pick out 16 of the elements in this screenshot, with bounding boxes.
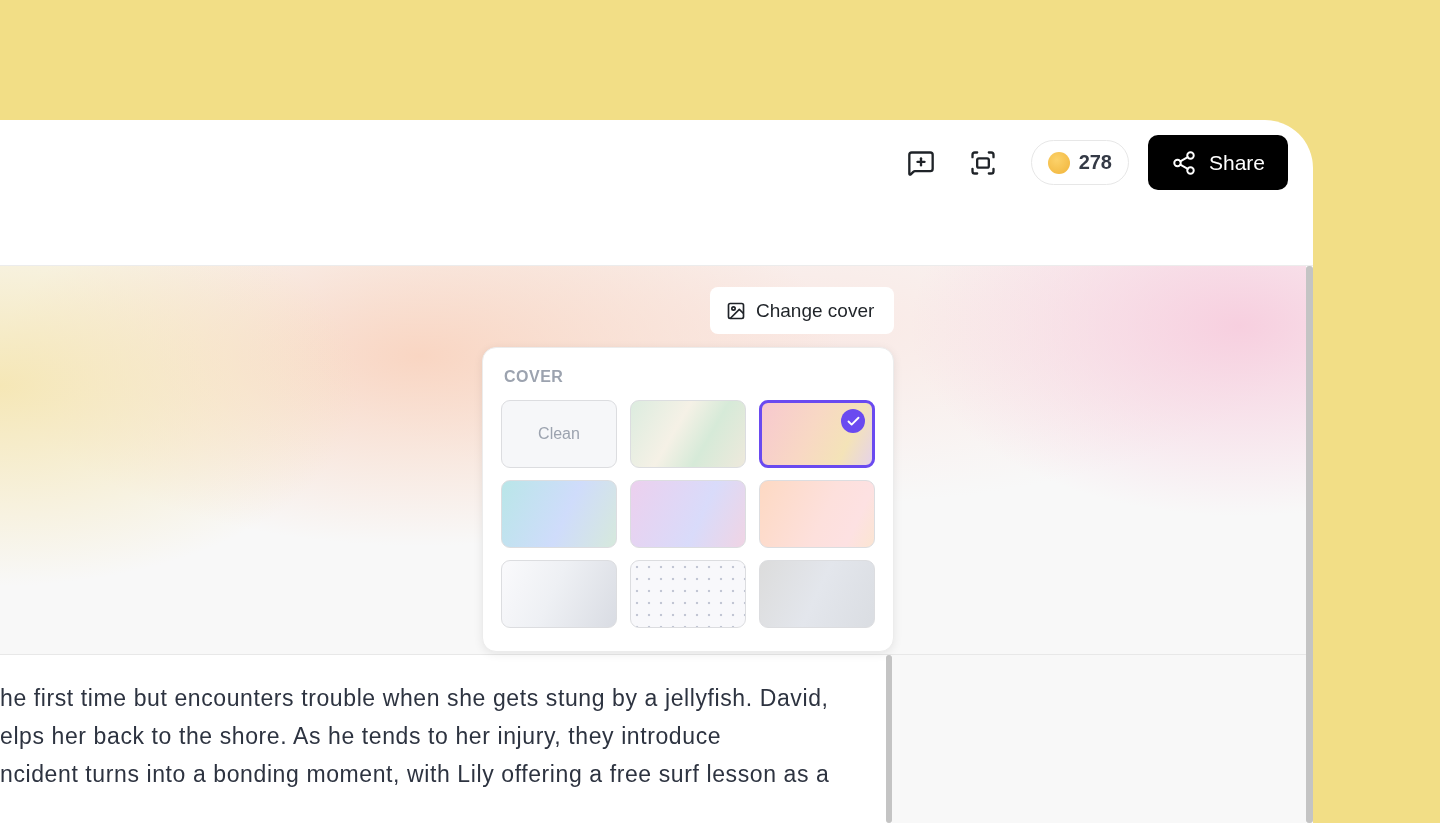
change-cover-button[interactable]: Change cover bbox=[710, 287, 894, 334]
cover-option[interactable] bbox=[759, 400, 875, 468]
body-text-line: elps her back to the shore. As he tends to her injury, they introduce bbox=[0, 722, 723, 751]
body-text-line: ncident turns into a bonding moment, with Lily offering a free surf lesson as a bbox=[0, 760, 831, 789]
comment-plus-icon bbox=[906, 149, 935, 177]
share-icon bbox=[1170, 149, 1197, 176]
check-icon bbox=[841, 409, 865, 433]
scrollbar[interactable] bbox=[1306, 266, 1313, 823]
body-text-line: he first time but encounters trouble when she gets stung by a jellyfish. David, bbox=[0, 684, 830, 713]
scrollbar[interactable] bbox=[886, 655, 892, 823]
screen-frame-icon bbox=[968, 149, 997, 177]
coin-icon bbox=[1047, 151, 1070, 174]
image-icon bbox=[726, 300, 746, 321]
popover-title: COVER bbox=[503, 368, 565, 386]
coin-count: 278 bbox=[1078, 151, 1112, 174]
share-button[interactable]: Share bbox=[1148, 135, 1288, 190]
